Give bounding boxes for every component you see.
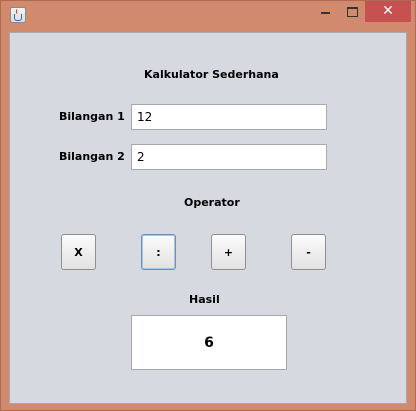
result-display: 6 (131, 315, 287, 370)
bilangan-2-label: Bilangan 2 (59, 150, 125, 163)
bilangan-1-input[interactable] (131, 104, 327, 130)
multiply-button[interactable]: X (61, 234, 96, 270)
operator-label: Operator (184, 196, 240, 209)
page-title: Kalkulator Sederhana (144, 68, 279, 81)
maximize-button[interactable] (338, 1, 365, 22)
bilangan-1-label: Bilangan 1 (59, 110, 125, 123)
title-bar[interactable]: ✕ (1, 1, 415, 31)
add-button[interactable]: + (211, 234, 246, 270)
minimize-button[interactable] (312, 1, 338, 22)
result-value: 6 (204, 334, 214, 351)
close-button[interactable]: ✕ (365, 1, 411, 22)
result-label: Hasil (189, 293, 220, 306)
bilangan-2-input[interactable] (131, 144, 327, 170)
divide-button[interactable]: : (141, 234, 176, 270)
app-window: ✕ Kalkulator Sederhana Bilangan 1 Bilang… (0, 0, 416, 411)
subtract-button[interactable]: - (291, 234, 326, 270)
close-icon: ✕ (382, 3, 394, 19)
java-app-icon[interactable] (10, 7, 26, 23)
